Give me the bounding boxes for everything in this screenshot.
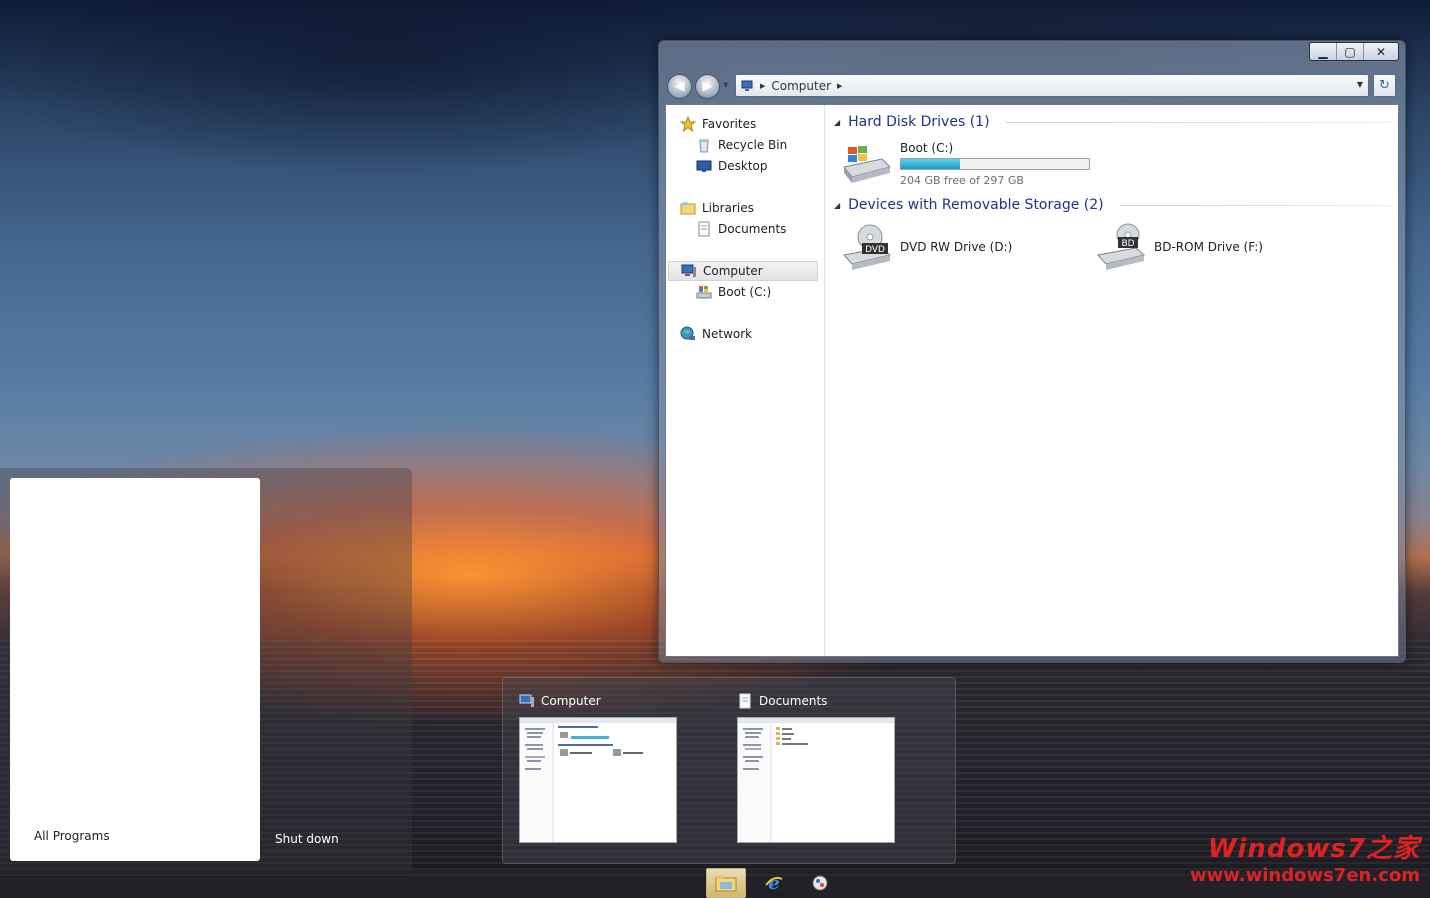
window-thumbnail-image (738, 718, 894, 842)
drive-usage-fill (901, 159, 960, 169)
ie-icon: e (765, 873, 783, 893)
group-divider (1005, 121, 1390, 123)
document-icon (698, 221, 710, 237)
network-icon (680, 326, 695, 340)
drive-boot-c[interactable]: Boot (C:) 204 GB free of 297 GB (842, 141, 1090, 187)
nav-item-label: Recycle Bin (718, 138, 788, 152)
group-header-hdd[interactable]: ◢ Hard Disk Drives (1) (834, 114, 1390, 130)
hard-drive-icon (843, 146, 891, 183)
navigation-bar: ◀ ▶ ▼ ▶ Computer ▶ ▼ ↻ (667, 73, 1397, 99)
arrow-right-icon: ▶ (702, 79, 713, 94)
nav-item-label: Network (702, 327, 753, 341)
arrow-left-icon: ◀ (674, 79, 685, 94)
star-icon (680, 116, 696, 132)
nav-item-label: Computer (703, 264, 763, 278)
svg-text:DVD: DVD (865, 245, 885, 255)
all-programs-button[interactable]: All Programs (34, 829, 110, 843)
nav-item-favorites[interactable]: Favorites (680, 114, 756, 134)
recent-pages-dropdown[interactable]: ▼ (723, 81, 728, 89)
refresh-button[interactable]: ↻ (1373, 74, 1396, 97)
preview-title-text: Computer (541, 694, 601, 708)
preview-thumbnail (519, 717, 677, 843)
drive-usage-bar (900, 158, 1090, 170)
computer-icon (681, 264, 696, 277)
close-button[interactable]: ✕ (1363, 43, 1398, 60)
nav-item-recycle-bin[interactable]: Recycle Bin (696, 135, 787, 155)
document-icon (739, 693, 751, 709)
drive-dvd-d[interactable]: DVD DVD RW Drive (D:) (842, 223, 1012, 271)
preview-title-text: Documents (759, 694, 828, 708)
refresh-icon: ↻ (1379, 78, 1390, 93)
drive-name: BD-ROM Drive (F:) (1154, 240, 1263, 254)
nav-item-boot-c[interactable]: Boot (C:) (696, 282, 771, 302)
drive-free-space: 204 GB free of 297 GB (900, 174, 1024, 187)
caption-buttons: ▁ ▢ ✕ (1309, 42, 1399, 61)
nav-item-label: Documents (718, 222, 787, 236)
watermark-logo: Windows7之家 www.windows7en.com (1190, 828, 1420, 886)
content-pane: ◢ Hard Disk Drives (1) Boot (C:) 204 GB … (832, 105, 1392, 656)
taskbar-explorer-button[interactable] (706, 868, 746, 898)
recycle-bin-icon (699, 139, 709, 153)
dvd-drive-icon: DVD (843, 224, 892, 270)
nav-item-label: Desktop (718, 159, 768, 173)
group-title: Devices with Removable Storage (2) (848, 197, 1104, 213)
watermark-url: www.windows7en.com (1190, 865, 1420, 886)
address-dropdown-icon[interactable]: ▼ (1357, 80, 1363, 89)
group-header-removable[interactable]: ◢ Devices with Removable Storage (2) (834, 197, 1390, 213)
nav-item-documents[interactable]: Documents (696, 219, 786, 239)
nav-item-computer[interactable]: Computer (668, 261, 818, 281)
nav-item-network[interactable]: Network (680, 324, 752, 344)
taskbar-preview-popup: Computer Documents (502, 677, 956, 864)
group-title: Hard Disk Drives (1) (848, 114, 990, 130)
nav-item-desktop[interactable]: Desktop (696, 156, 768, 176)
breadcrumb-separator-icon[interactable]: ▶ (837, 82, 842, 90)
breadcrumb-separator-icon[interactable]: ▶ (760, 82, 765, 90)
explorer-window[interactable]: ▁ ▢ ✕ ◀ ▶ ▼ ▶ Computer ▶ ▼ ↻ Favorites R… (658, 40, 1406, 663)
computer-icon (519, 694, 534, 707)
address-bar[interactable]: ▶ Computer ▶ ▼ (735, 74, 1369, 97)
back-button[interactable]: ◀ (667, 74, 692, 99)
preview-title: Computer (519, 693, 601, 709)
media-icon (812, 875, 828, 891)
nav-item-label: Favorites (702, 117, 757, 131)
taskbar-internet-explorer-button[interactable]: e (754, 868, 794, 898)
shut-down-button[interactable]: Shut down (275, 832, 339, 846)
maximize-button[interactable]: ▢ (1336, 43, 1363, 60)
preview-title: Documents (737, 693, 827, 709)
window-thumbnail-image (520, 718, 676, 842)
collapse-triangle-icon[interactable]: ◢ (834, 201, 840, 210)
nav-item-label: Boot (C:) (718, 285, 772, 299)
folder-icon (715, 876, 737, 892)
forward-button[interactable]: ▶ (695, 74, 720, 99)
start-menu-programs-panel: All Programs (10, 478, 260, 861)
nav-item-label: Libraries (702, 201, 754, 215)
nav-item-libraries[interactable]: Libraries (680, 198, 754, 218)
explorer-client-area: Favorites Recycle Bin Desktop Libraries … (665, 104, 1399, 657)
taskbar-media-button[interactable] (800, 868, 840, 898)
navigation-pane: Favorites Recycle Bin Desktop Libraries … (666, 105, 825, 656)
minimize-button[interactable]: ▁ (1310, 43, 1336, 60)
drive-name: DVD RW Drive (D:) (900, 240, 1013, 254)
drive-name: Boot (C:) (900, 141, 954, 155)
svg-text:BD: BD (1121, 239, 1134, 249)
preview-thumbnail (737, 717, 895, 843)
svg-text:e: e (768, 873, 779, 893)
drive-icon (696, 286, 712, 299)
drive-bd-f[interactable]: BD BD-ROM Drive (F:) (1096, 223, 1263, 271)
group-divider (1119, 204, 1390, 206)
watermark-title: Windows7之家 (1207, 834, 1420, 864)
breadcrumb-computer[interactable]: Computer (771, 79, 831, 93)
desktop-icon (696, 160, 712, 172)
libraries-icon (680, 202, 696, 215)
bd-drive-icon: BD (1097, 223, 1146, 270)
computer-icon (741, 80, 753, 91)
collapse-triangle-icon[interactable]: ◢ (834, 118, 840, 127)
